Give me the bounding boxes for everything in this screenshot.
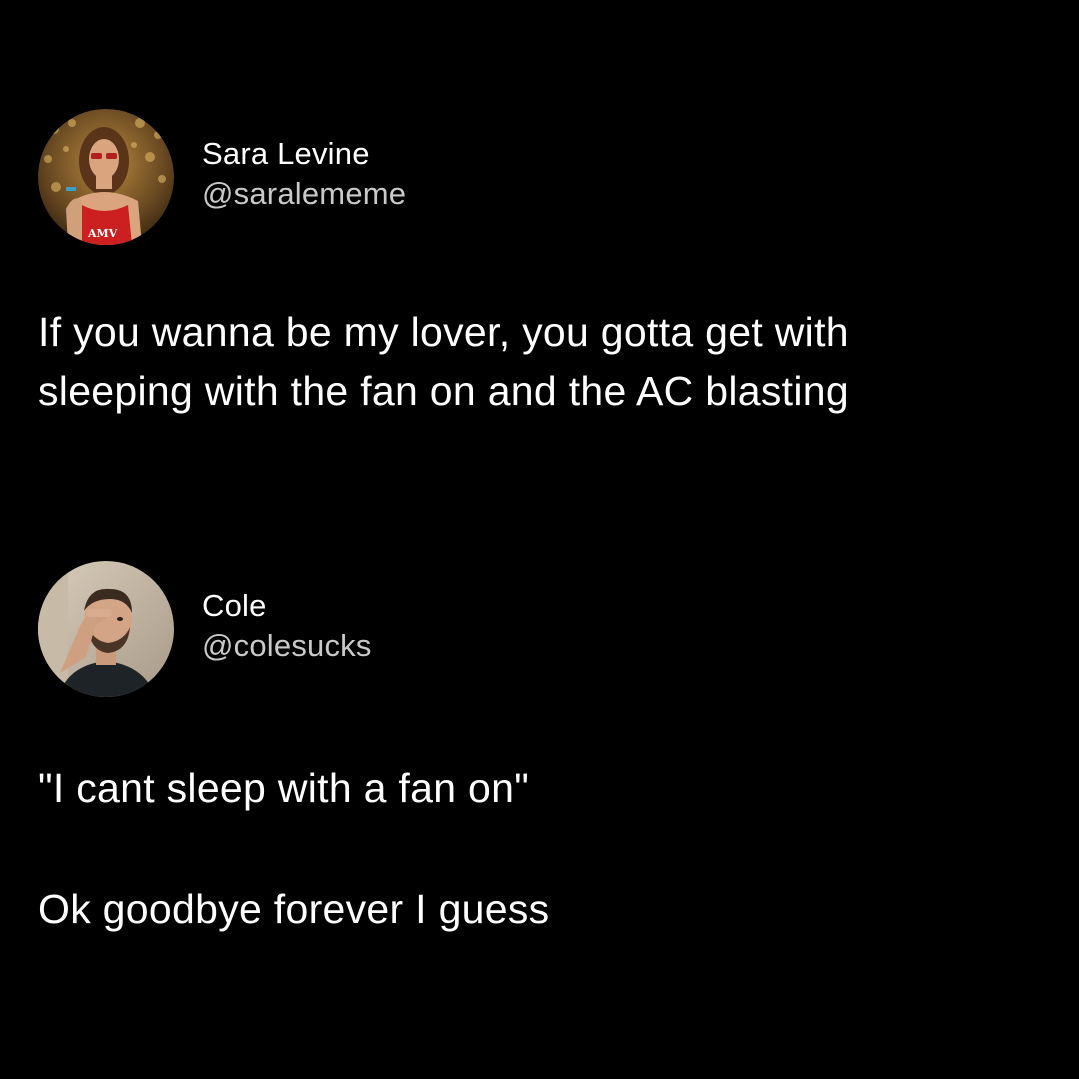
- author-display-name[interactable]: Cole: [202, 586, 372, 626]
- tweet-text-line: sleeping with the fan on and the AC blas…: [38, 368, 849, 414]
- avatar-photo-man-icon: [38, 561, 174, 697]
- author-names: Sara Levine @saralememe: [202, 134, 406, 214]
- author-handle[interactable]: @colesucks: [202, 626, 372, 666]
- author-display-name[interactable]: Sara Levine: [202, 134, 406, 174]
- tweet-header: Cole @colesucks: [38, 560, 1038, 698]
- avatar[interactable]: [38, 561, 174, 697]
- tweet-card: Cole @colesucks "I cant sleep with a fan…: [38, 560, 1038, 939]
- avatar-photo-woman-icon: AMV: [38, 109, 174, 245]
- avatar[interactable]: AMV: [38, 109, 174, 245]
- tweet-text-line: If you wanna be my lover, you gotta get …: [38, 309, 849, 355]
- tweet-text: "I cant sleep with a fan on" Ok goodbye …: [38, 759, 1038, 939]
- tweet-text: If you wanna be my lover, you gotta get …: [38, 303, 1038, 421]
- tweet-card: AMV Sara Levine @saralememe If you wanna…: [38, 108, 1038, 421]
- tweet-paragraph: "I cant sleep with a fan on": [38, 765, 530, 811]
- author-handle[interactable]: @saralememe: [202, 174, 406, 214]
- author-names: Cole @colesucks: [202, 586, 372, 666]
- svg-text:AMV: AMV: [87, 227, 118, 240]
- tweet-header: AMV Sara Levine @saralememe: [38, 108, 1038, 246]
- tweet-paragraph: Ok goodbye forever I guess: [38, 886, 550, 932]
